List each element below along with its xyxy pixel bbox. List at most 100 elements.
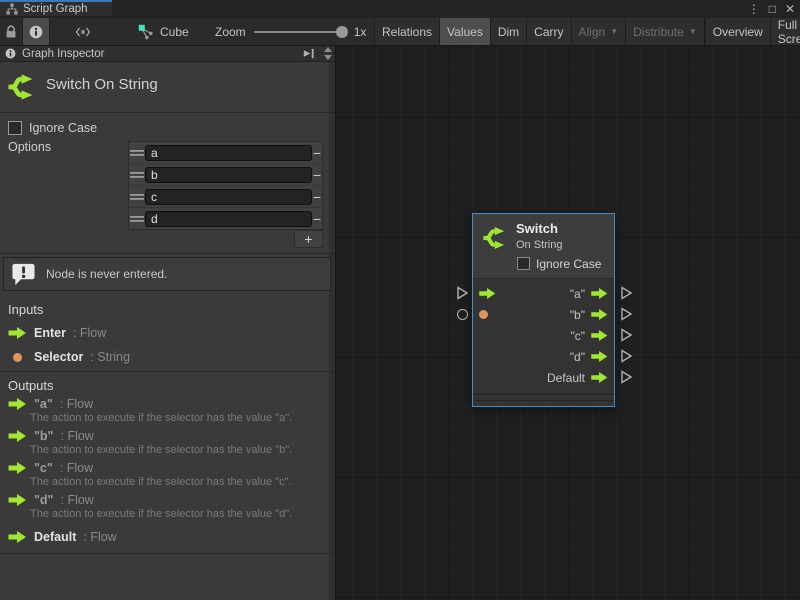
option-row: − xyxy=(129,142,322,164)
option-value-input[interactable] xyxy=(145,145,312,161)
output-d-flow-port[interactable] xyxy=(591,351,608,362)
switch-icon xyxy=(8,72,38,102)
tab-label: Script Graph xyxy=(23,3,88,15)
output-default-row: Default : Flow xyxy=(8,530,117,544)
node-ports: "a" "b" xyxy=(473,279,614,388)
divider xyxy=(0,553,335,554)
remove-option-button[interactable]: − xyxy=(312,142,322,164)
output-b-hint-triangle[interactable] xyxy=(619,307,633,321)
option-value-input[interactable] xyxy=(145,211,312,227)
scroll-down-button[interactable] xyxy=(321,54,334,62)
unit-title: Switch On String xyxy=(46,76,158,93)
zoom-slider[interactable] xyxy=(254,31,346,33)
node-graph-icon xyxy=(138,24,154,40)
output-a-description: The action to execute if the selector ha… xyxy=(30,412,292,424)
enter-port-hint-triangle[interactable] xyxy=(455,286,469,300)
values-button[interactable]: Values xyxy=(439,18,490,45)
node-row-a: "a" xyxy=(473,283,614,304)
overview-button[interactable]: Overview xyxy=(705,18,770,45)
drag-handle-icon[interactable] xyxy=(129,171,145,179)
option-row: − xyxy=(129,164,322,186)
node-header[interactable]: Switch On String Ignore Case xyxy=(473,214,614,279)
remove-option-button[interactable]: − xyxy=(312,164,322,186)
output-d-hint-triangle[interactable] xyxy=(619,349,633,363)
inspector-toggle-button[interactable] xyxy=(23,18,50,45)
options-label: Options xyxy=(8,140,51,154)
flow-port-icon xyxy=(8,462,27,474)
inspector-header-label: Graph Inspector xyxy=(22,48,104,60)
inspector-header: Graph Inspector xyxy=(0,46,335,62)
dim-button[interactable]: Dim xyxy=(490,18,526,45)
output-c-hint-triangle[interactable] xyxy=(619,328,633,342)
ignore-case-row: Ignore Case xyxy=(8,121,97,135)
code-preview-button[interactable] xyxy=(59,18,107,45)
graph-inspector-panel: Graph Inspector Switch On String Ignore … xyxy=(0,46,336,600)
ignore-case-label: Ignore Case xyxy=(29,121,97,135)
option-row: − xyxy=(129,208,322,230)
selector-port-hint-circle[interactable] xyxy=(457,309,468,320)
node-ignore-case-checkbox[interactable] xyxy=(517,257,530,270)
option-value-input[interactable] xyxy=(145,189,312,205)
switch-on-string-node[interactable]: Switch On String Ignore Case "a" xyxy=(472,213,615,407)
output-default-hint-triangle[interactable] xyxy=(619,370,633,384)
ignore-case-checkbox[interactable] xyxy=(8,121,22,135)
node-subtitle: On String xyxy=(516,239,562,251)
flow-port-icon xyxy=(8,531,27,543)
drag-handle-icon[interactable] xyxy=(129,149,145,157)
zoom-control: Zoom 1x xyxy=(215,18,366,45)
distribute-dropdown[interactable]: Distribute ▼ xyxy=(625,18,704,45)
output-a-flow-port[interactable] xyxy=(591,288,608,299)
graph-canvas[interactable]: Switch On String Ignore Case "a" xyxy=(336,46,800,600)
selector-value-port[interactable] xyxy=(479,310,488,319)
output-d-description: The action to execute if the selector ha… xyxy=(30,508,292,520)
add-option-button[interactable]: + xyxy=(294,230,323,248)
outputs-header: Outputs xyxy=(8,378,54,393)
node-footer xyxy=(473,394,614,401)
flow-port-icon xyxy=(8,430,27,442)
output-c-row: "c" : Flow xyxy=(8,461,93,475)
output-port-label: "d" xyxy=(570,350,585,364)
code-icon xyxy=(75,25,91,39)
tab-script-graph[interactable]: Script Graph xyxy=(0,0,112,16)
info-icon xyxy=(29,25,43,39)
carry-button[interactable]: Carry xyxy=(526,18,570,45)
drag-handle-icon[interactable] xyxy=(129,215,145,223)
close-icon[interactable]: ✕ xyxy=(785,0,795,18)
divider xyxy=(0,112,335,113)
warning-box: Node is never entered. xyxy=(3,257,331,291)
maximize-icon[interactable]: □ xyxy=(769,0,776,18)
output-c-flow-port[interactable] xyxy=(591,330,608,341)
graph-owner-button[interactable]: Cube xyxy=(130,18,197,45)
info-icon xyxy=(5,48,16,59)
zoom-slider-handle[interactable] xyxy=(336,26,348,38)
output-d-row: "d" : Flow xyxy=(8,493,94,507)
node-title: Switch xyxy=(516,221,558,236)
inputs-header: Inputs xyxy=(8,302,43,317)
option-value-input[interactable] xyxy=(145,167,312,183)
output-a-hint-triangle[interactable] xyxy=(619,286,633,300)
string-port-icon xyxy=(8,353,27,362)
input-selector-row: Selector : String xyxy=(8,350,130,364)
node-row-b: "b" xyxy=(473,304,614,325)
enter-flow-port[interactable] xyxy=(479,288,496,299)
output-b-row: "b" : Flow xyxy=(8,429,94,443)
scroll-up-button[interactable] xyxy=(321,46,334,54)
relations-button[interactable]: Relations xyxy=(374,18,439,45)
output-b-description: The action to execute if the selector ha… xyxy=(30,444,292,456)
inspector-scrollbar-gutter[interactable] xyxy=(329,62,335,600)
output-b-flow-port[interactable] xyxy=(591,309,608,320)
drag-handle-icon[interactable] xyxy=(129,193,145,201)
align-dropdown[interactable]: Align ▼ xyxy=(571,18,626,45)
graph-toolbar: Cube Zoom 1x Relations Values Dim Carry … xyxy=(0,18,800,46)
menu-icon[interactable]: ⋮ xyxy=(748,0,760,18)
fullscreen-button[interactable]: Full Screen xyxy=(770,18,800,45)
remove-option-button[interactable]: − xyxy=(312,186,322,208)
output-port-label: "c" xyxy=(570,329,585,343)
divider xyxy=(0,371,335,372)
output-a-row: "a" : Flow xyxy=(8,397,93,411)
output-c-description: The action to execute if the selector ha… xyxy=(30,476,292,488)
output-default-flow-port[interactable] xyxy=(591,372,608,383)
lock-button[interactable] xyxy=(0,18,23,45)
dock-panel-icon[interactable] xyxy=(302,47,315,60)
remove-option-button[interactable]: − xyxy=(312,208,322,230)
